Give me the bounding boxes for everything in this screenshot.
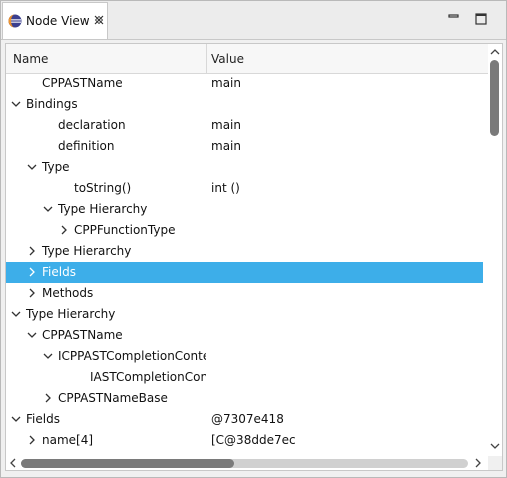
- node-value: main: [211, 118, 241, 132]
- name-cell: CPPASTName: [6, 73, 206, 94]
- chevron-down-icon[interactable]: [42, 349, 54, 363]
- name-cell: Type Hierarchy: [6, 304, 206, 325]
- node-name: Methods: [42, 286, 94, 300]
- chevron-right-icon[interactable]: [26, 265, 38, 279]
- node-value: @7307e418: [211, 412, 284, 426]
- minimize-icon[interactable]: [448, 13, 460, 25]
- tree-row[interactable]: CPPASTNameBase: [6, 388, 483, 409]
- chevron-down-icon[interactable]: [10, 412, 22, 426]
- node-name: ICPPASTCompletionContext: [58, 349, 206, 363]
- tab-bar: Node View: [1, 1, 506, 40]
- name-cell: declaration: [6, 115, 206, 136]
- name-cell: Type Hierarchy: [6, 241, 206, 262]
- node-value: [C@38dde7ec: [211, 433, 296, 447]
- vertical-scroll-thumb[interactable]: [490, 60, 499, 136]
- scroll-down-icon[interactable]: [489, 440, 501, 452]
- column-header-value[interactable]: Value: [211, 52, 244, 66]
- tree-rows: CPPASTName main Bindings declaration main def…: [6, 73, 488, 451]
- node-name: declaration: [58, 118, 126, 132]
- node-name: Type Hierarchy: [58, 202, 148, 216]
- tree-row[interactable]: Type: [6, 157, 483, 178]
- node-name: Type Hierarchy: [42, 244, 132, 258]
- chevron-down-icon[interactable]: [26, 328, 38, 342]
- node-name: Fields: [26, 412, 60, 426]
- node-name: CPPFunctionType: [74, 223, 176, 237]
- tree-row[interactable]: definition main: [6, 136, 483, 157]
- tree-row[interactable]: CPPASTName: [6, 325, 483, 346]
- chevron-down-icon[interactable]: [10, 307, 22, 321]
- tree-row[interactable]: Type Hierarchy: [6, 241, 483, 262]
- node-name: CPPASTName: [42, 328, 123, 342]
- node-value: int (): [211, 181, 240, 195]
- node-name: Bindings: [26, 97, 78, 111]
- name-cell: Type Hierarchy: [6, 199, 206, 220]
- name-cell: CPPASTNameBase: [6, 388, 206, 409]
- chevron-down-icon[interactable]: [10, 97, 22, 111]
- name-cell: definition: [6, 136, 206, 157]
- chevron-right-icon[interactable]: [42, 391, 54, 405]
- name-cell: Fields: [6, 409, 206, 430]
- name-cell: CPPASTName: [6, 325, 206, 346]
- node-name: Fields: [42, 265, 76, 279]
- name-cell: name[4]: [6, 430, 206, 451]
- chevron-right-icon[interactable]: [26, 244, 38, 258]
- horizontal-scroll-thumb[interactable]: [21, 459, 234, 468]
- scroll-corner: [488, 456, 502, 470]
- node-name: CPPASTNameBase: [58, 391, 168, 405]
- name-cell: Fields: [6, 262, 206, 283]
- name-cell: IASTCompletionContext: [6, 367, 206, 388]
- chevron-right-icon[interactable]: [26, 433, 38, 447]
- chevron-right-icon[interactable]: [26, 286, 38, 300]
- tree-row[interactable]: CPPFunctionType: [6, 220, 483, 241]
- node-name: toString(): [74, 181, 132, 195]
- tree-row[interactable]: Type Hierarchy: [6, 304, 483, 325]
- chevron-down-icon[interactable]: [26, 160, 38, 174]
- tree-row[interactable]: Bindings: [6, 94, 483, 115]
- scroll-up-icon[interactable]: [489, 46, 501, 58]
- tab-title: Node View: [26, 14, 90, 28]
- name-cell: Type: [6, 157, 206, 178]
- column-header-name[interactable]: Name: [13, 52, 48, 66]
- tree-row[interactable]: Methods: [6, 283, 483, 304]
- name-cell: Methods: [6, 283, 206, 304]
- tree-row[interactable]: Fields: [6, 262, 483, 283]
- horizontal-scrollbar[interactable]: [6, 456, 488, 470]
- tree-row[interactable]: name[4] [C@38dde7ec: [6, 430, 483, 451]
- name-cell: Bindings: [6, 94, 206, 115]
- tree-row[interactable]: toString() int (): [6, 178, 483, 199]
- node-view-window: Node View Name Value CPPASTName main Bindi…: [0, 0, 507, 478]
- table-header: Name Value: [6, 44, 488, 74]
- chevron-right-icon[interactable]: [58, 223, 70, 237]
- tree-row[interactable]: IASTCompletionContext: [6, 367, 483, 388]
- tree-row[interactable]: Type Hierarchy: [6, 199, 483, 220]
- tree-table: Name Value CPPASTName main Bindings declara…: [5, 43, 503, 471]
- node-name: definition: [58, 139, 115, 153]
- column-divider[interactable]: [206, 44, 207, 73]
- tab-node-view[interactable]: Node View: [2, 2, 108, 39]
- node-name: IASTCompletionContext: [90, 370, 206, 384]
- tree-row[interactable]: CPPASTName main: [6, 73, 483, 94]
- eclipse-icon: [8, 14, 22, 28]
- close-icon[interactable]: [93, 14, 105, 26]
- vertical-scrollbar[interactable]: [488, 44, 502, 456]
- tree-row[interactable]: declaration main: [6, 115, 483, 136]
- maximize-icon[interactable]: [475, 13, 487, 25]
- scroll-left-icon[interactable]: [7, 457, 19, 469]
- chevron-down-icon[interactable]: [42, 202, 54, 216]
- node-value: main: [211, 139, 241, 153]
- node-value: main: [211, 76, 241, 90]
- name-cell: CPPFunctionType: [6, 220, 206, 241]
- name-cell: toString(): [6, 178, 206, 199]
- node-name: Type: [42, 160, 70, 174]
- node-name: Type Hierarchy: [26, 307, 116, 321]
- name-cell: ICPPASTCompletionContext: [6, 346, 206, 367]
- node-name: CPPASTName: [42, 76, 123, 90]
- tree-row[interactable]: ICPPASTCompletionContext: [6, 346, 483, 367]
- scroll-right-icon[interactable]: [472, 457, 484, 469]
- tree-row[interactable]: Fields @7307e418: [6, 409, 483, 430]
- node-name: name[4]: [42, 433, 94, 447]
